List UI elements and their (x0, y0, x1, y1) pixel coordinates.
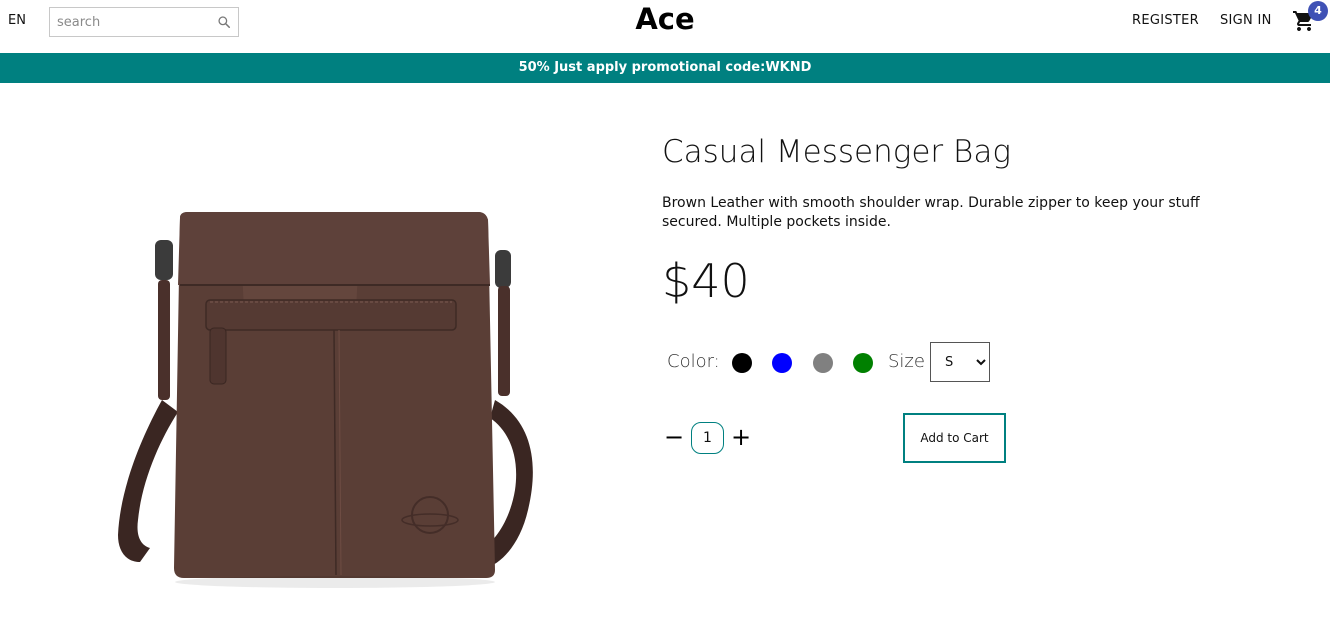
quantity-stepper: − 1 + (664, 422, 764, 454)
search-input[interactable] (50, 8, 210, 36)
product-price: $40 (662, 254, 750, 308)
product-filters: Color: Size SMLXL (667, 342, 1067, 382)
promo-banner: 50% Just apply promotional code:WKND (0, 53, 1330, 83)
color-swatch-green[interactable] (853, 353, 873, 373)
search-icon[interactable] (217, 15, 231, 29)
navbar: EN Ace REGISTER SIGN IN 4 (0, 0, 1330, 53)
cart-count-badge: 4 (1308, 1, 1328, 21)
size-select[interactable]: SMLXL (930, 342, 990, 382)
decrease-quantity-button[interactable]: − (664, 425, 684, 450)
color-swatch-black[interactable] (732, 353, 752, 373)
language-selector[interactable]: EN (8, 13, 26, 28)
size-label: Size (888, 351, 925, 372)
sign-in-link[interactable]: SIGN IN (1220, 13, 1272, 28)
product-title: Casual Messenger Bag (662, 134, 1011, 170)
quantity-value: 1 (691, 422, 724, 454)
color-swatch-gray[interactable] (813, 353, 833, 373)
product-image (118, 212, 533, 588)
color-label: Color: (667, 351, 720, 372)
search-box (49, 7, 239, 37)
increase-quantity-button[interactable]: + (731, 425, 751, 450)
add-to-cart-button[interactable]: Add to Cart (903, 413, 1006, 463)
register-link[interactable]: REGISTER (1132, 13, 1199, 28)
color-swatch-blue[interactable] (772, 353, 792, 373)
product-description: Brown Leather with smooth shoulder wrap.… (662, 195, 1200, 230)
